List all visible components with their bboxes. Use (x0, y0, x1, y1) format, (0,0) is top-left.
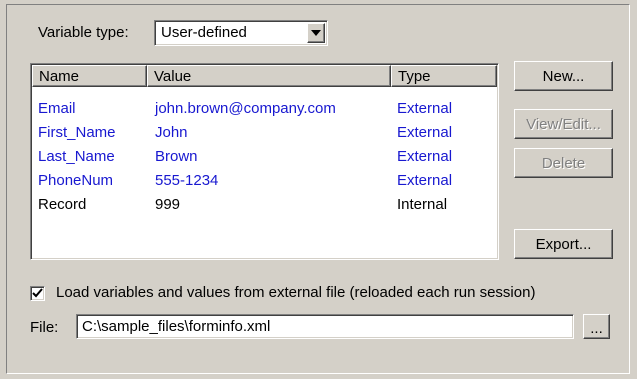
variable-type-value: User-defined (161, 24, 247, 41)
dropdown-button[interactable] (307, 23, 325, 43)
row-value: 555-1234 (155, 172, 219, 189)
delete-button-label: Delete (541, 154, 586, 172)
variables-table[interactable]: Name Value Type Email john.brown@company… (30, 63, 499, 260)
row-value: Brown (155, 148, 198, 165)
table-row[interactable]: Last_Name Brown External (32, 145, 497, 169)
row-name: PhoneNum (38, 172, 114, 189)
view-edit-button-label: View/Edit... (526, 115, 601, 133)
variable-type-select[interactable]: User-defined (154, 20, 328, 46)
row-name: First_Name (38, 124, 116, 141)
table-row[interactable]: First_Name John External (32, 121, 497, 145)
chevron-down-icon (311, 30, 321, 36)
checkmark-icon (32, 288, 43, 298)
export-button[interactable]: Export... (514, 229, 613, 259)
row-type: External (397, 100, 453, 117)
table-row[interactable]: Email john.brown@company.com External (32, 97, 497, 121)
column-header-value[interactable]: Value (147, 65, 391, 87)
file-path-value: C:\sample_files\forminfo.xml (82, 318, 271, 335)
table-row[interactable]: Record 999 Internal (32, 193, 497, 217)
row-name: Record (38, 196, 87, 213)
browse-button[interactable]: ... (583, 314, 610, 339)
new-button-label: New... (542, 67, 585, 85)
delete-button[interactable]: Delete (514, 148, 613, 178)
row-value: john.brown@company.com (155, 100, 336, 117)
row-type: External (397, 148, 453, 165)
row-name: Email (38, 100, 76, 117)
row-value: 999 (155, 196, 181, 213)
load-external-checkbox[interactable] (30, 286, 45, 301)
view-edit-button[interactable]: View/Edit... (514, 109, 613, 139)
column-header-type[interactable]: Type (391, 65, 497, 87)
column-header-name[interactable]: Name (32, 65, 147, 87)
file-label: File: (30, 319, 59, 336)
row-type: Internal (397, 196, 448, 213)
row-name: Last_Name (38, 148, 115, 165)
variable-type-label: Variable type: (38, 24, 129, 41)
new-button[interactable]: New... (514, 61, 613, 91)
export-button-label: Export... (535, 235, 592, 253)
row-type: External (397, 124, 453, 141)
row-value: John (155, 124, 188, 141)
file-path-input[interactable]: C:\sample_files\forminfo.xml (76, 314, 574, 339)
table-body: Name Value Type Email john.brown@company… (32, 65, 497, 258)
table-row[interactable]: PhoneNum 555-1234 External (32, 169, 497, 193)
row-type: External (397, 172, 453, 189)
browse-button-label: ... (590, 320, 603, 337)
load-external-label[interactable]: Load variables and values from external … (56, 284, 535, 301)
